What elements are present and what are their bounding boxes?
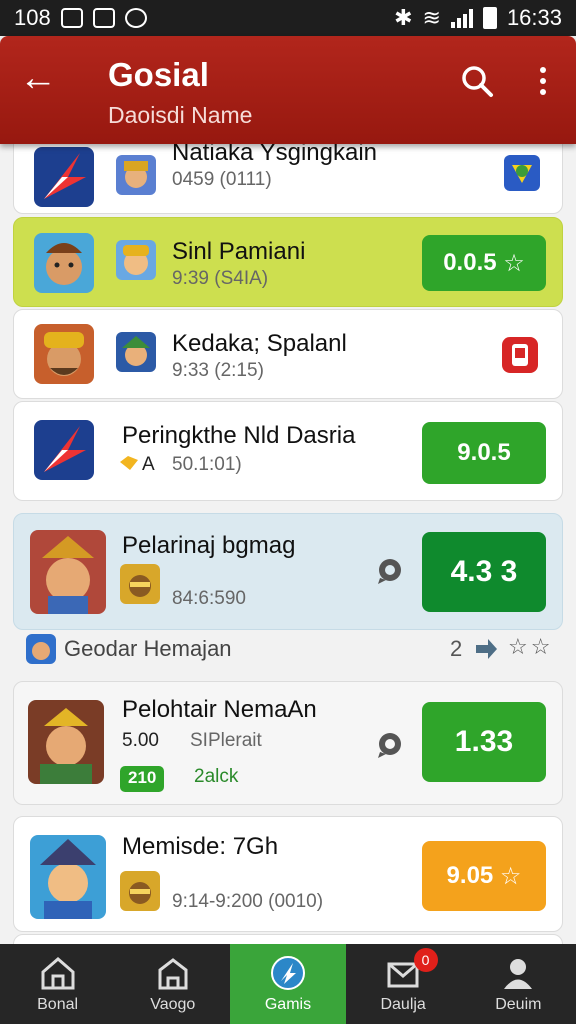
gold-gem-icon: [118, 454, 140, 472]
list-item[interactable]: Memisde: 7Gh 9:14-9:200 (0010) 9.05 ☆: [13, 816, 563, 932]
wifi-icon: ≋: [422, 5, 441, 30]
battery-icon: [482, 7, 497, 29]
chat-icon[interactable]: [376, 558, 404, 584]
score-value: 9.0.5: [457, 439, 511, 466]
star-icon: ☆: [496, 249, 525, 277]
character-avatar-icon: [30, 530, 106, 614]
character-avatar-icon: [116, 332, 156, 372]
list-item[interactable]: Pelohtair NemaAn 5.00 SIPlerait 210 2alc…: [13, 681, 563, 805]
nav-label: Deuim: [495, 996, 542, 1013]
character-avatar-icon: [34, 233, 94, 293]
item-meta: SIPlerait: [190, 730, 262, 751]
page-title: Gosial: [108, 56, 209, 93]
game-logo-icon: [34, 420, 94, 480]
list-item[interactable]: Sinl Pamiani 9:39 (S4IA) 0.0.5 ☆: [13, 217, 563, 307]
helmet-avatar-icon: [120, 564, 160, 604]
game-logo-icon: [34, 147, 94, 207]
item-meta: 50.1:01): [172, 454, 242, 475]
list-item[interactable]: Pelarinaj bgmag 84:6:590 4.3 3: [13, 513, 563, 630]
games-icon: [270, 956, 305, 990]
score-button[interactable]: 1.33: [422, 702, 546, 782]
app-bar: ← Gosial Daoisdi Name: [0, 36, 576, 144]
arrow-right-icon[interactable]: [474, 636, 498, 662]
nav-label: Bonal: [37, 996, 79, 1013]
nav-tab-village[interactable]: Vaogo: [115, 944, 230, 1024]
list-item[interactable]: Natiaka Ysgingkain 0459 (0111): [13, 144, 563, 214]
item-meta: 9:14-9:200 (0010): [172, 891, 324, 912]
item-meta: 9:33 (2:15): [172, 360, 264, 381]
status-time-right: 16:33: [506, 5, 562, 30]
back-arrow-icon[interactable]: ←: [18, 58, 58, 98]
character-avatar-icon: [28, 700, 104, 784]
bottom-nav: Bonal Vaogo Gamis 0 Daulja Deuim: [0, 944, 576, 1024]
nav-tab-profile[interactable]: Deuim: [461, 944, 576, 1024]
helmet-avatar-icon: [120, 871, 160, 911]
score-button[interactable]: 0.0.5 ☆: [422, 235, 546, 291]
page-subtitle: Daoisdi Name: [108, 102, 253, 128]
star-icon: ☆: [493, 862, 522, 890]
section-count: 2: [450, 636, 463, 661]
village-icon: [158, 958, 188, 990]
item-name: Memisde: 7Gh: [122, 833, 279, 860]
item-name: Natiaka Ysgingkain: [172, 144, 378, 166]
device-icon[interactable]: [502, 337, 538, 373]
item-name: Pelohtair NemaAn: [122, 696, 317, 723]
shield-badge-icon: [504, 155, 540, 191]
character-avatar-icon: [116, 155, 156, 195]
list-item[interactable]: Peringkthe Nld Dasria A 50.1:01) 9.0.5: [13, 401, 563, 501]
search-icon[interactable]: [460, 64, 494, 98]
chat-icon[interactable]: [376, 732, 404, 758]
nav-label: Daulja: [380, 996, 426, 1013]
status-time-left: 108: [14, 5, 51, 30]
game-list: Natiaka Ysgingkain 0459 (0111) Sinl Pami…: [0, 144, 576, 944]
score-button[interactable]: 9.05 ☆: [422, 841, 546, 911]
score-button[interactable]: 4.3 3: [422, 532, 546, 612]
item-meta: 0459 (0111): [172, 169, 272, 190]
score-button[interactable]: 9.0.5: [422, 422, 546, 484]
item-meta-prefix: 5.00: [122, 730, 159, 751]
rating-stars-icon[interactable]: ☆☆: [508, 634, 553, 660]
item-name: Pelarinaj bgmag: [122, 532, 296, 559]
nav-label: Gamis: [264, 996, 312, 1013]
character-avatar-icon: [30, 835, 106, 919]
item-meta-prefix: A: [142, 454, 155, 475]
nav-label: Vaogo: [150, 996, 196, 1013]
item-meta: 84:6:590: [172, 588, 246, 609]
section-header: Geodar Hemajan 2 ☆☆: [26, 634, 562, 668]
nav-tab-daily[interactable]: 0 Daulja: [346, 944, 461, 1024]
nav-tab-home[interactable]: Bonal: [0, 944, 115, 1024]
list-item[interactable]: Kedaka; Spalanl 9:33 (2:15): [13, 309, 563, 399]
gamepad-icon: [60, 8, 83, 28]
more-options-icon[interactable]: [530, 64, 556, 98]
score-value: 1.33: [454, 725, 514, 758]
status-bar: 108 ✱ ≋ 16:33: [0, 0, 576, 36]
home-icon: [41, 957, 75, 990]
tag-text: 2alck: [194, 766, 239, 787]
character-avatar-icon: [116, 240, 156, 280]
circle-app-icon: [124, 8, 147, 28]
photo-icon: [92, 8, 115, 28]
item-meta: 9:39 (S4IA): [172, 268, 269, 289]
bluetooth-icon: ✱: [394, 5, 413, 30]
signal-icon: [450, 8, 473, 28]
nav-tab-games[interactable]: Gamis: [230, 944, 346, 1024]
section-avatar-icon: [26, 634, 56, 664]
character-avatar-icon: [34, 324, 94, 384]
score-value: 4.3 3: [450, 555, 518, 588]
profile-icon: [504, 959, 533, 989]
item-name: Kedaka; Spalanl: [172, 330, 347, 357]
list-item[interactable]: [13, 934, 563, 944]
score-value: 9.05: [446, 862, 494, 889]
level-tag: 210: [120, 766, 165, 792]
section-label: Geodar Hemajan: [64, 636, 232, 661]
item-name: Peringkthe Nld Dasria: [122, 422, 356, 449]
score-value: 0.0.5: [443, 249, 497, 276]
item-name: Sinl Pamiani: [172, 238, 306, 265]
notification-badge: 0: [413, 948, 438, 972]
